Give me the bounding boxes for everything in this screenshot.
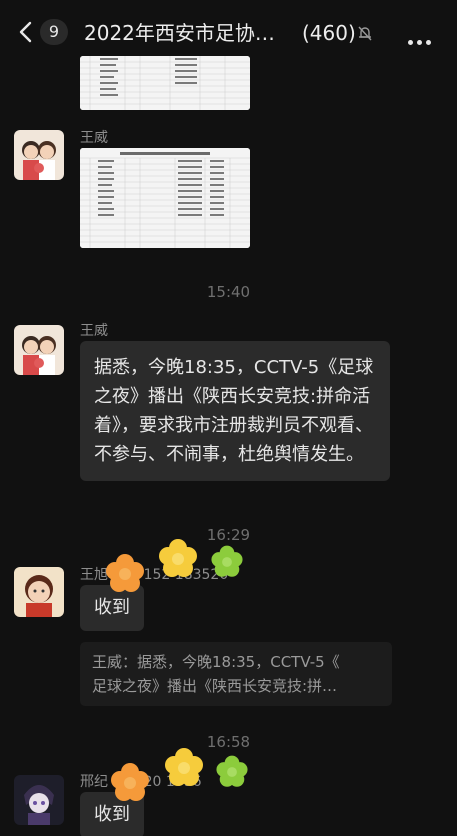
avatar[interactable] xyxy=(14,567,64,617)
flower-sticker xyxy=(216,755,248,787)
timestamp: 16:29 xyxy=(206,526,251,544)
avatar[interactable] xyxy=(14,130,64,180)
message-bubble[interactable]: 据悉，今晚18:35，CCTV-5《足球之夜》播出《陕西长安竞技:拼命活着》，要… xyxy=(80,341,390,481)
spreadsheet-image[interactable] xyxy=(80,148,250,248)
avatar[interactable] xyxy=(14,775,64,825)
chat-header: 9 2022年西安市足协… (460) xyxy=(0,0,457,64)
spreadsheet-image[interactable] xyxy=(80,56,250,110)
sender-name: 王威 xyxy=(80,323,108,339)
avatar[interactable] xyxy=(14,325,64,375)
member-count: (460) xyxy=(302,21,356,45)
quoted-message[interactable]: 王威：据悉，今晚18:35，CCTV-5《 足球之夜》播出《陕西长安竞技:拼… xyxy=(80,642,392,706)
quote-line: 足球之夜》播出《陕西长安竞技:拼… xyxy=(92,677,338,695)
more-icon[interactable] xyxy=(408,30,438,45)
flower-sticker xyxy=(211,545,243,577)
timestamp: 16:58 xyxy=(206,733,251,751)
flower-sticker xyxy=(106,554,144,592)
chevron-left-icon[interactable] xyxy=(16,20,36,44)
quote-line: 王威：据悉，今晚18:35，CCTV-5《 xyxy=(92,653,340,671)
flower-sticker xyxy=(111,763,149,801)
unread-count-badge[interactable]: 9 xyxy=(40,19,68,45)
sender-name: 王威 xyxy=(80,130,108,146)
mute-bell-icon xyxy=(358,26,372,41)
timestamp: 15:40 xyxy=(206,283,251,301)
chat-title: 2022年西安市足协… xyxy=(84,21,275,45)
flower-sticker xyxy=(159,539,197,577)
flower-sticker xyxy=(165,748,203,786)
